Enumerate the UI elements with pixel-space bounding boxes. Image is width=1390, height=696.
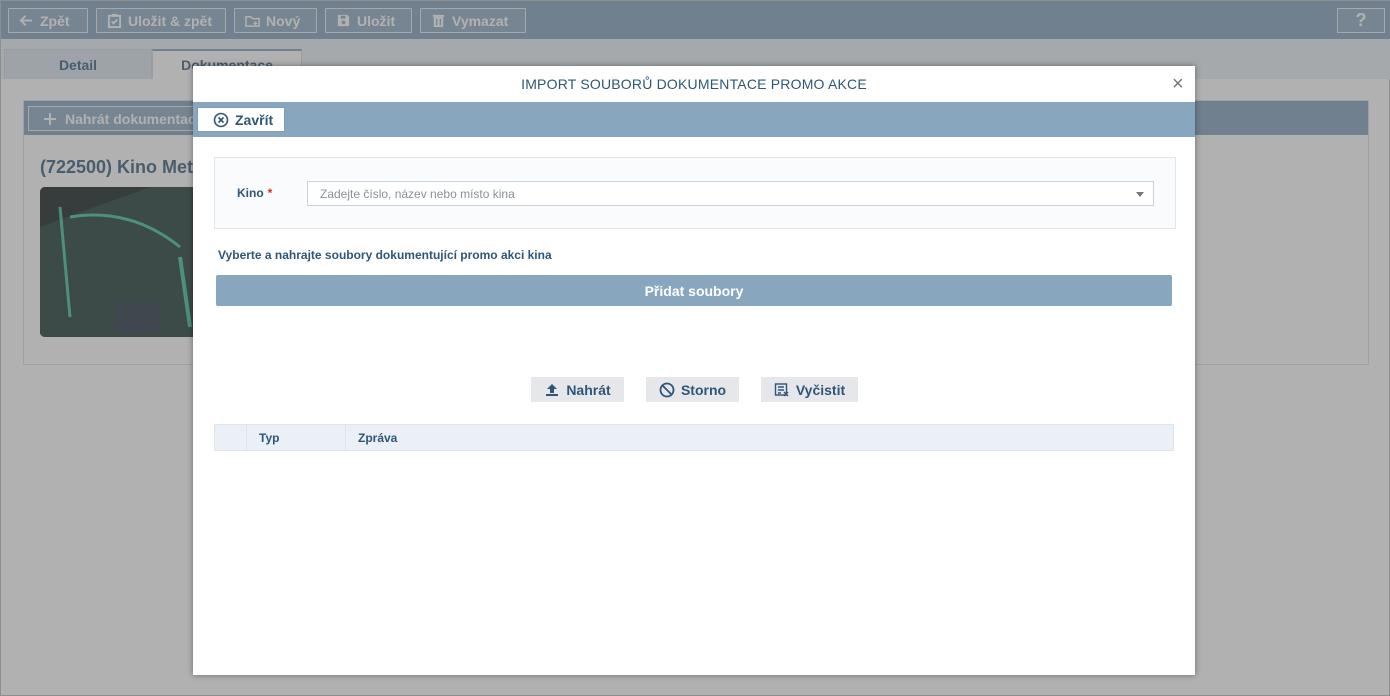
column-header-typ[interactable]: Typ	[247, 425, 346, 450]
clear-list-icon	[774, 382, 789, 396]
dialog-toolbar: Zavřít	[193, 102, 1195, 137]
results-table-header: Typ Zpráva	[214, 424, 1174, 451]
kino-placeholder: Zadejte číslo, název nebo místo kina	[320, 186, 515, 201]
upload-label: Nahrát	[566, 381, 611, 398]
dialog-title: IMPORT SOUBORŮ DOKUMENTACE PROMO AKCE	[521, 76, 867, 92]
cancel-button[interactable]: Storno	[646, 377, 739, 402]
kino-label-text: Kino	[237, 186, 264, 200]
close-button[interactable]: Zavřít	[197, 107, 285, 132]
close-circle-icon	[213, 112, 229, 127]
add-files-button[interactable]: Přidat soubory	[216, 275, 1172, 306]
dialog-header: IMPORT SOUBORŮ DOKUMENTACE PROMO AKCE ×	[193, 66, 1195, 102]
kino-select[interactable]: Zadejte číslo, název nebo místo kina	[307, 181, 1154, 206]
chevron-down-icon[interactable]	[1136, 192, 1144, 197]
cancel-label: Storno	[680, 381, 727, 398]
instructions-text: Vyberte a nahrajte soubory dokumentující…	[218, 248, 552, 262]
clear-label: Vyčistit	[795, 381, 846, 398]
add-files-label: Přidat soubory	[644, 282, 744, 299]
close-icon[interactable]: ×	[1169, 74, 1187, 94]
ban-icon	[659, 382, 675, 397]
kino-form: Kino * Zadejte číslo, název nebo místo ki…	[214, 157, 1176, 229]
clear-button[interactable]: Vyčistit	[761, 377, 858, 402]
upload-icon	[546, 383, 559, 396]
close-label: Zavřít	[235, 111, 274, 128]
required-mark: *	[267, 186, 273, 200]
select-column-header[interactable]	[215, 425, 247, 450]
upload-button[interactable]: Nahrát	[531, 377, 624, 402]
column-typ-label: Typ	[259, 430, 280, 445]
column-zprava-label: Zpráva	[358, 430, 398, 445]
import-dialog: IMPORT SOUBORŮ DOKUMENTACE PROMO AKCE × …	[193, 66, 1195, 675]
kino-label: Kino *	[237, 186, 272, 200]
column-header-zprava[interactable]: Zpráva	[346, 425, 397, 450]
